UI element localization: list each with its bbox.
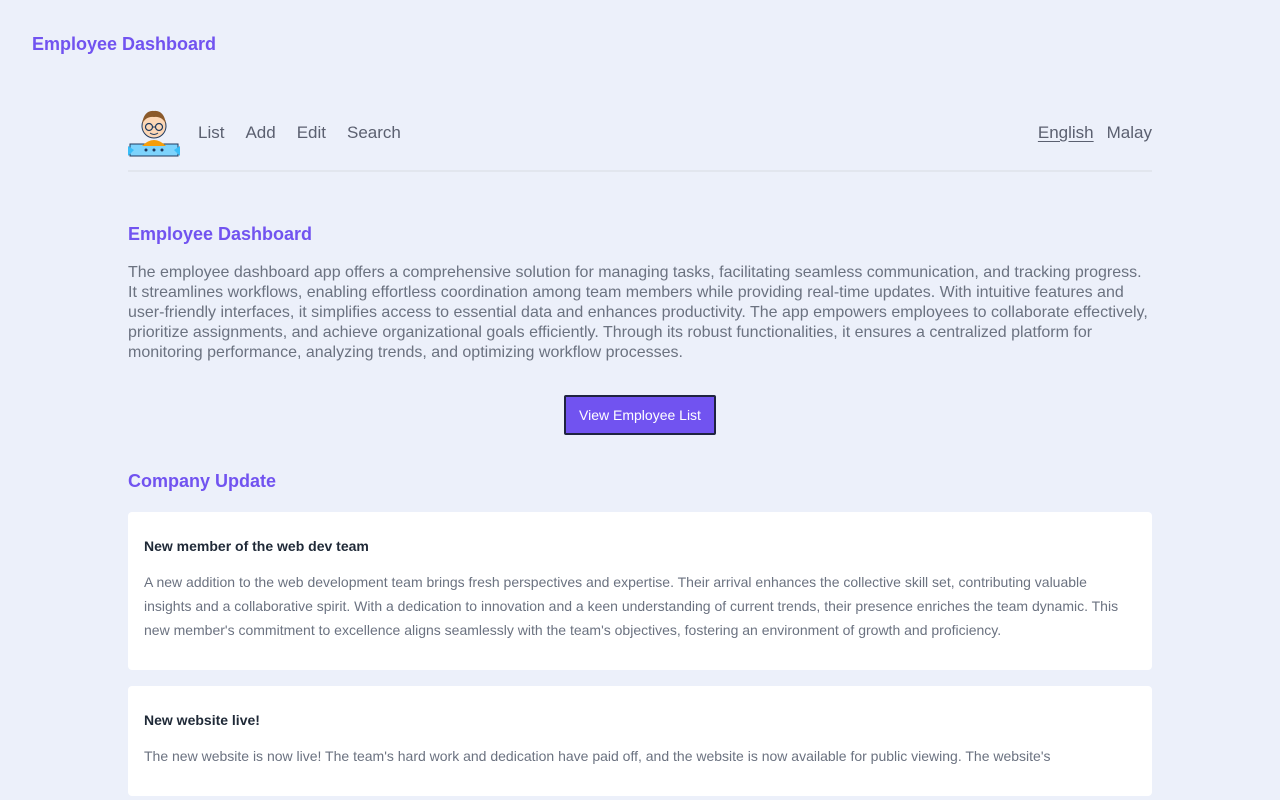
language-switcher: English Malay [1038,123,1152,143]
update-card-text: A new addition to the web development te… [144,574,1119,638]
nav-link-search[interactable]: Search [347,123,401,143]
button-wrapper: View Employee List [128,395,1152,435]
main-container: List Add Edit Search English Malay Emplo… [128,96,1152,796]
language-english[interactable]: English [1038,123,1094,143]
intro-text: The employee dashboard app offers a comp… [128,264,1148,361]
app-title: Employee Dashboard [32,34,217,54]
update-card: New website live! The new website is now… [128,686,1152,796]
nav-links: List Add Edit Search [198,123,401,143]
update-card: New member of the web dev team A new add… [128,512,1152,670]
nav-link-add[interactable]: Add [245,123,275,143]
update-card-title: New website live! [144,712,260,728]
employee-avatar-icon[interactable] [128,106,180,162]
company-update-title: Company Update [128,471,277,491]
navbar: List Add Edit Search English Malay [128,96,1152,172]
view-employee-list-button[interactable]: View Employee List [564,395,716,435]
nav-link-edit[interactable]: Edit [297,123,326,143]
update-card-title: New member of the web dev team [144,538,369,554]
update-card-text: The new website is now live! The team's … [144,748,1051,764]
nav-link-list[interactable]: List [198,123,224,143]
intro-title: Employee Dashboard [128,224,313,244]
language-malay[interactable]: Malay [1107,123,1152,143]
